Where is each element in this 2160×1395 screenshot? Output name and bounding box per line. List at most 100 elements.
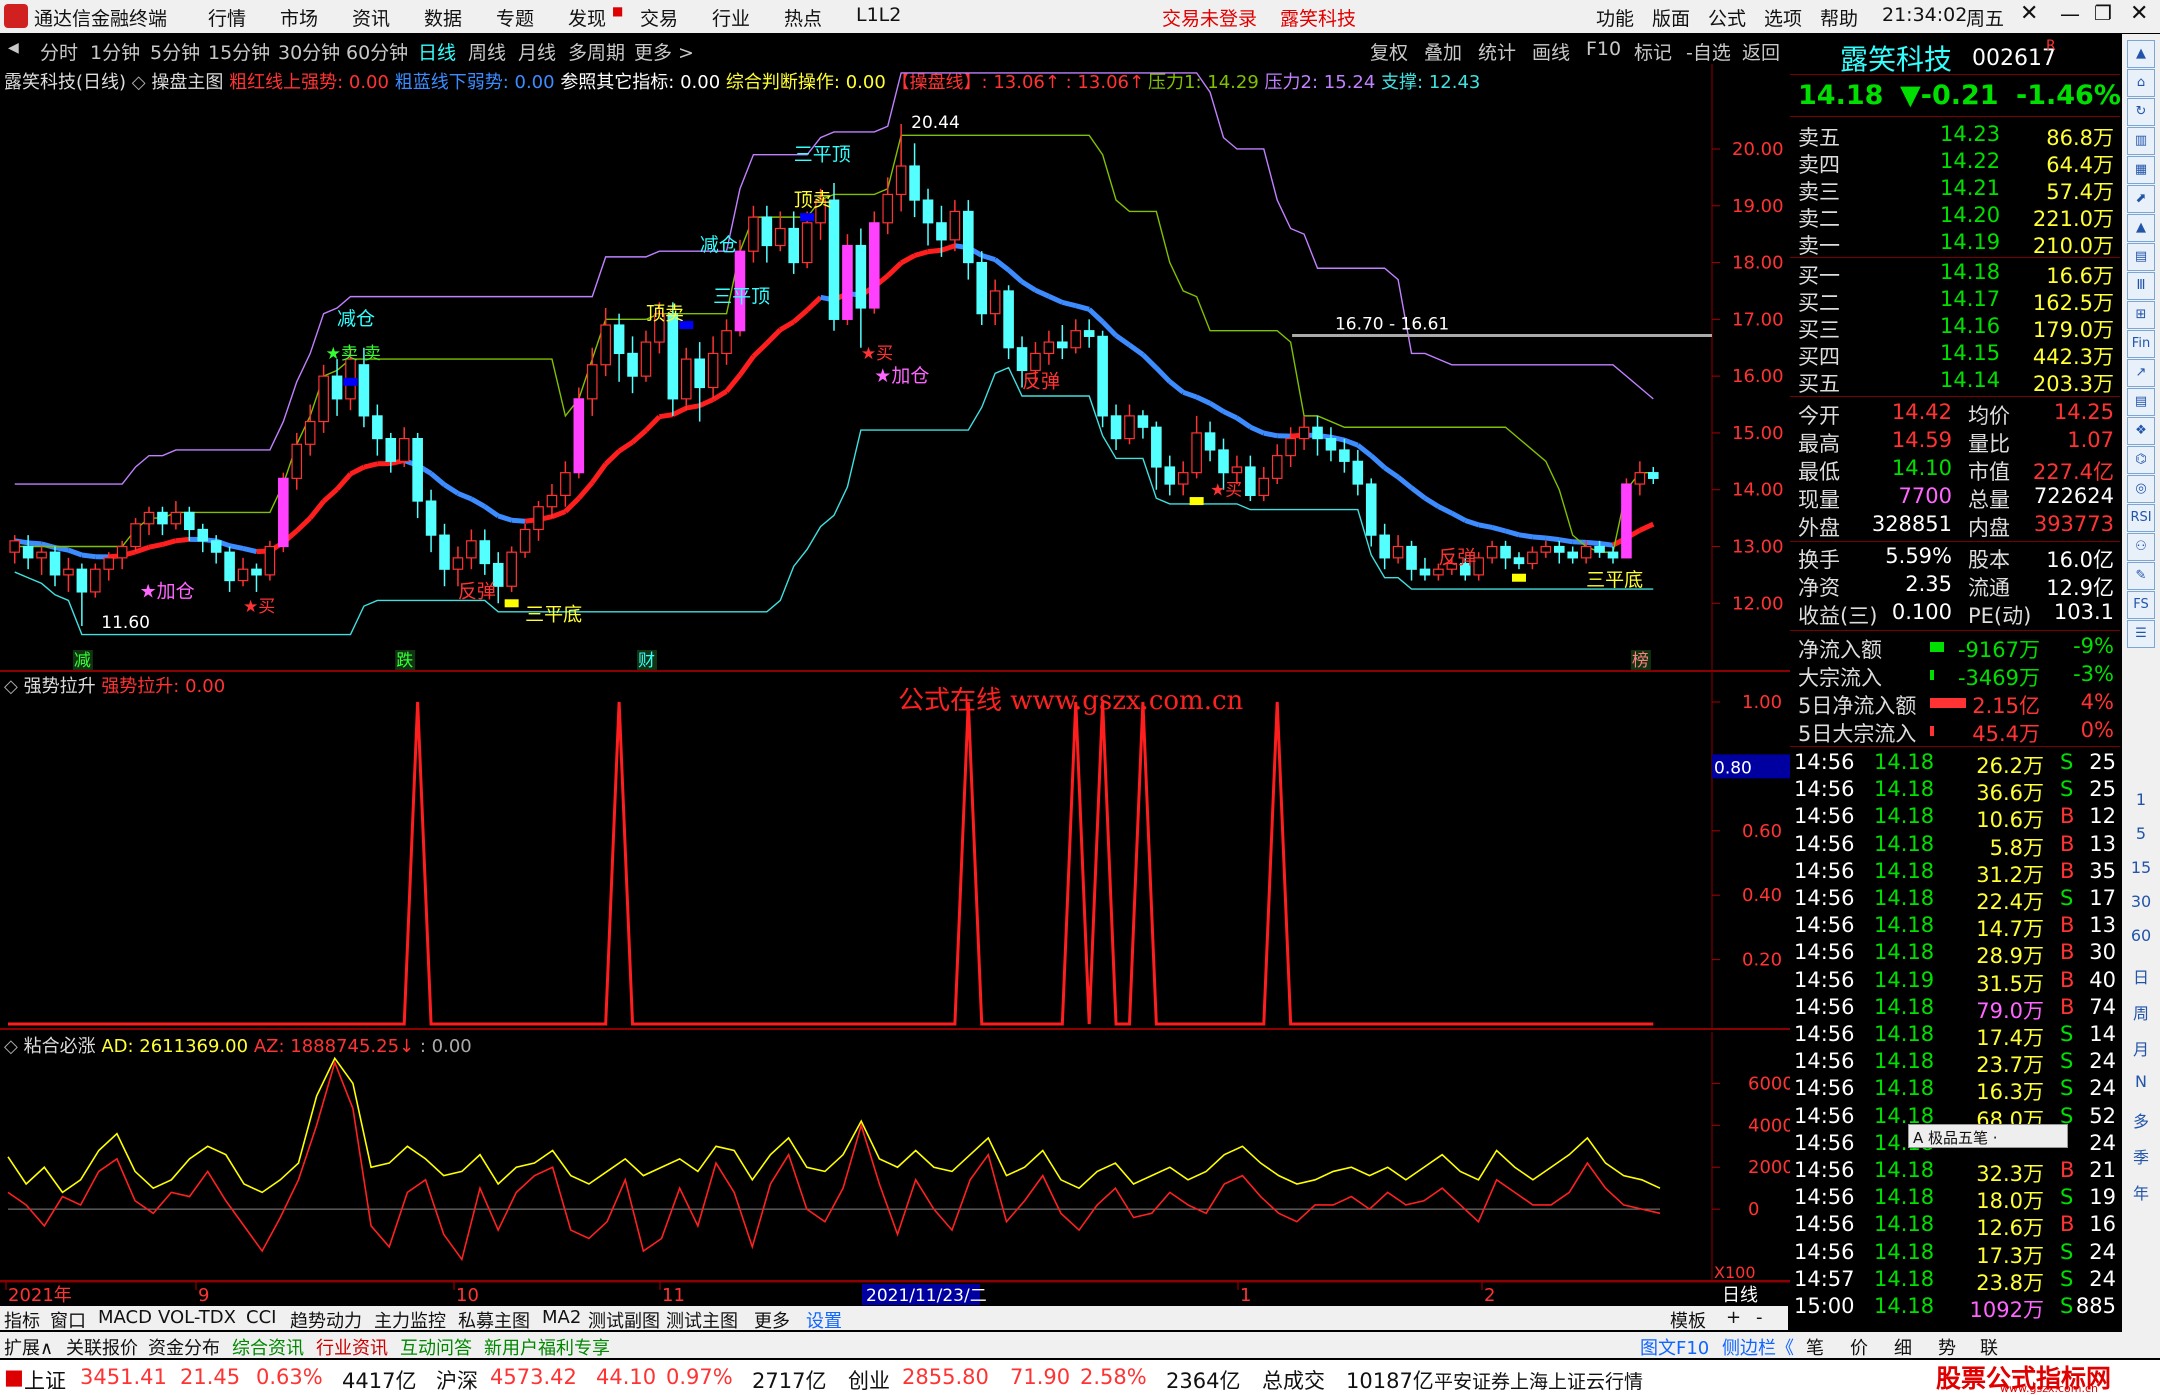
candle-body[interactable] <box>331 375 343 400</box>
candle-body[interactable] <box>989 290 1001 315</box>
indicator-tab[interactable]: 更多 <box>754 1307 790 1333</box>
minimize-icon[interactable]: — <box>2060 2 2080 26</box>
menu-formula[interactable]: 公式 <box>1708 4 1746 31</box>
close-window-icon[interactable]: ✕ <box>2130 1 2148 26</box>
candle-body[interactable] <box>868 222 880 309</box>
candle-body[interactable] <box>506 551 517 587</box>
sidebar-tool-icon[interactable]: ▦ <box>2127 156 2155 184</box>
candle-body[interactable] <box>560 472 571 496</box>
menu-quotes[interactable]: 行情 <box>208 4 246 31</box>
tool-draw[interactable]: 画线 <box>1532 38 1570 65</box>
candle-body[interactable] <box>1325 438 1337 451</box>
sidebar-period-num[interactable]: 60 <box>2122 926 2160 945</box>
menu-trade[interactable]: 交易 <box>640 4 678 31</box>
menu-hot[interactable]: 热点 <box>784 4 822 31</box>
candle-body[interactable] <box>1057 341 1068 349</box>
close-icon[interactable]: ✕ <box>2020 1 2038 26</box>
extension-tab[interactable]: 新用户福利专享 <box>484 1334 610 1360</box>
indicator-tab[interactable]: 测试副图 <box>588 1307 660 1333</box>
candle-body[interactable] <box>922 199 934 224</box>
candle-body[interactable] <box>1379 534 1390 559</box>
candle-body[interactable] <box>895 165 907 196</box>
sidebar-tool-icon[interactable]: ▲ <box>2127 214 2155 242</box>
strength-indicator-chart[interactable]: 1.00 0.60 0.40 0.20 0.80 <box>0 672 1790 1030</box>
candle-body[interactable] <box>466 540 477 559</box>
candle-body[interactable] <box>1070 330 1082 349</box>
candle-body[interactable] <box>278 477 289 548</box>
candle-body[interactable] <box>116 545 128 559</box>
candle-body[interactable] <box>1016 347 1028 372</box>
indicator-tab[interactable]: MACD <box>98 1307 152 1328</box>
tool-stats[interactable]: 统计 <box>1478 38 1516 65</box>
candle-body[interactable] <box>224 551 235 582</box>
sidebar-tool-icon[interactable]: FS <box>2127 591 2155 619</box>
candle-body[interactable] <box>9 540 21 553</box>
sidebar-tool-icon[interactable]: ▤ <box>2127 243 2155 271</box>
candle-body[interactable] <box>398 438 410 462</box>
tool-back[interactable]: 返回 <box>1742 38 1780 65</box>
sidebar-tool-icon[interactable]: Fin <box>2127 330 2155 358</box>
sidebar-tool-icon[interactable]: ⊞ <box>2127 301 2155 329</box>
candle-body[interactable] <box>1486 545 1498 559</box>
sidebar-tool-icon[interactable]: RSI <box>2127 504 2155 532</box>
status-sh-label[interactable]: 上证 <box>24 1365 66 1395</box>
side-tab[interactable]: 势 <box>1938 1334 1956 1360</box>
candle-body[interactable] <box>1164 466 1176 485</box>
indicator-tab[interactable]: 窗口 <box>50 1307 86 1333</box>
sidebar-tool-icon[interactable]: ⌂ <box>2127 69 2155 97</box>
candle-body[interactable] <box>707 352 719 389</box>
candle-body[interactable] <box>22 545 34 559</box>
candle-body[interactable] <box>425 500 437 536</box>
ime-popup[interactable]: A 极品五笔 · <box>1908 1124 2068 1148</box>
menu-discover[interactable]: 发现 <box>568 4 606 31</box>
period-multi[interactable]: 多周期 <box>568 38 625 65</box>
candle-body[interactable] <box>976 261 988 315</box>
candle-body[interactable] <box>130 523 141 548</box>
candle-body[interactable] <box>1527 551 1538 565</box>
candle-body[interactable] <box>1097 335 1108 417</box>
indicator-tab[interactable]: 趋势动力 <box>290 1307 362 1333</box>
candle-body[interactable] <box>157 511 168 525</box>
candle-body[interactable] <box>909 165 920 201</box>
side-tab[interactable]: 笔 <box>1806 1334 1824 1360</box>
candle-body[interactable] <box>197 528 209 542</box>
candle-body[interactable] <box>613 324 625 355</box>
period-5min[interactable]: 5分钟 <box>150 38 200 65</box>
candle-body[interactable] <box>1580 545 1592 559</box>
side-tab[interactable]: 图文F10 <box>1640 1334 1709 1360</box>
candle-body[interactable] <box>748 216 759 252</box>
sidebar-tool-icon[interactable]: ❖ <box>2127 417 2155 445</box>
side-tab[interactable]: 细 <box>1894 1334 1912 1360</box>
menu-options[interactable]: 选项 <box>1764 4 1802 31</box>
period-60min[interactable]: 60分钟 <box>346 38 408 65</box>
extension-tab[interactable]: 行业资讯 <box>316 1334 388 1360</box>
candle-body[interactable] <box>533 506 544 531</box>
candle-body[interactable] <box>36 551 47 559</box>
period-intraday[interactable]: 分时 <box>40 38 78 65</box>
candle-body[interactable] <box>1003 290 1014 349</box>
menu-topics[interactable]: 专题 <box>496 4 534 31</box>
candle-body[interactable] <box>1137 415 1149 428</box>
candle-body[interactable] <box>304 420 316 445</box>
sidebar-period-5[interactable]: 季 <box>2122 1144 2160 1168</box>
indicator-tab[interactable]: 私募主图 <box>458 1307 530 1333</box>
sidebar-period-num[interactable]: 1 <box>2122 790 2160 809</box>
tool-f10[interactable]: F10 <box>1586 38 1621 60</box>
sidebar-tool-icon[interactable]: ⬈ <box>2127 185 2155 213</box>
tool-mark[interactable]: 标记 <box>1634 38 1672 65</box>
sidebar-tool-icon[interactable]: ▥ <box>2127 127 2155 155</box>
candle-body[interactable] <box>1392 545 1404 559</box>
sidebar-period-num[interactable]: 5 <box>2122 824 2160 843</box>
login-status[interactable]: 交易未登录 <box>1162 4 1257 31</box>
candle-body[interactable] <box>1419 568 1431 576</box>
candle-body[interactable] <box>788 227 800 264</box>
cohesion-indicator-chart[interactable]: 60000 40000 20000 0 X100 <box>0 1032 1790 1282</box>
candle-body[interactable] <box>1553 545 1565 553</box>
candle-body[interactable] <box>1110 415 1122 440</box>
candle-body[interactable] <box>1365 483 1377 536</box>
indicator-tab[interactable]: 指标 <box>4 1307 40 1333</box>
candle-body[interactable] <box>1218 449 1229 474</box>
candle-body[interactable] <box>842 244 853 320</box>
candle-body[interactable] <box>358 364 370 417</box>
sidebar-tool-icon[interactable]: ▲ <box>2127 40 2155 68</box>
